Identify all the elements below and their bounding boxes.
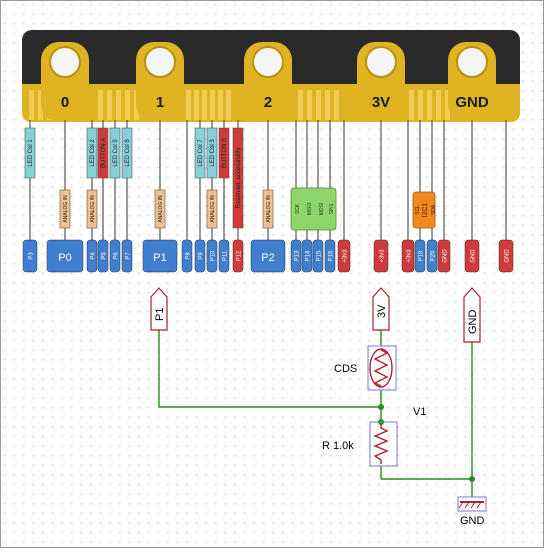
edge-finger — [226, 90, 231, 120]
edge-finger — [427, 90, 432, 120]
pin-tag-text: P7 — [126, 252, 132, 260]
pin-tag-text: P11 — [223, 250, 229, 261]
schematic-canvas: 0 1 2 3V GND LED Col 1 LED Col 2 LED Col 9 LED … — [0, 0, 544, 548]
pin-tag-text: P4 — [91, 252, 97, 260]
pin-tag-text: P6 — [114, 252, 120, 260]
edge-finger — [210, 90, 215, 120]
edge-finger — [218, 90, 223, 120]
junction-dot — [469, 476, 475, 482]
pin-tag-text: P15 — [317, 250, 323, 261]
port-gnd[interactable]: GND — [463, 287, 481, 343]
edge-pad-label: 2 — [264, 94, 272, 111]
port-p1-label: P1 — [154, 308, 166, 321]
edge-finger — [418, 90, 423, 120]
edge-finger — [298, 90, 303, 120]
pin-tag-text: P1 — [153, 252, 166, 264]
port-p1[interactable]: P1 — [150, 287, 168, 331]
pin-tag-text: P14 — [306, 250, 312, 261]
pin-tag-text: +3v3 — [343, 249, 349, 263]
analog-label-text: ANALOG IN — [158, 195, 164, 223]
edge-finger — [409, 90, 414, 120]
spi-label: MISO — [307, 203, 313, 216]
pin-tag-text: P2 — [261, 252, 274, 264]
analog-label-text: ANALOG IN — [90, 195, 96, 223]
mounting-hole — [144, 46, 176, 78]
pin-tag-text: P0 — [58, 252, 71, 264]
edge-finger — [107, 90, 112, 120]
pin-tag-text: +3v3 — [380, 249, 386, 263]
edge-finger — [202, 90, 207, 120]
reserved-label-text: Reserved: accessibility — [236, 147, 242, 208]
led-col-label-text: LED Col 9 — [113, 139, 119, 167]
edge-finger — [29, 90, 34, 120]
led-col-label-text: LED Col 8 — [125, 139, 131, 167]
diagram-svg: 0 1 2 3V GND LED Col 1 LED Col 2 LED Col 9 LED … — [0, 0, 544, 548]
ground-label: GND — [460, 515, 485, 527]
edge-pad-label: 1 — [156, 94, 164, 111]
edge-pad-label: GND — [455, 94, 489, 111]
pin-tag-text: P12 — [237, 250, 243, 261]
pin-tag-text: GND — [471, 249, 477, 263]
pin-tag-text: GND — [505, 249, 511, 263]
edge-finger — [325, 90, 330, 120]
edge-finger — [98, 90, 103, 120]
pin-tag-text: P5 — [102, 252, 108, 260]
edge-finger — [316, 90, 321, 120]
pin-tag-text: P3 — [29, 252, 35, 260]
edge-finger — [116, 90, 121, 120]
edge-finger — [436, 90, 441, 120]
spi-label: MOSI — [319, 203, 325, 216]
button-label-text: BUTTON A — [101, 138, 107, 168]
button-label-text: BUTTON B — [222, 138, 228, 168]
mounting-hole — [252, 46, 284, 78]
edge-finger — [194, 90, 199, 120]
analog-label-text: ANALOG IN — [266, 195, 272, 223]
microbit-edge-connector: 0 1 2 3V GND — [22, 30, 520, 122]
cds-label: CDS — [334, 363, 357, 375]
spi-label: SCK — [295, 203, 301, 214]
pin-tag-text: P9 — [199, 252, 205, 260]
i2c-label: I2C1 — [422, 203, 429, 218]
analog-label-text: ANALOG IN — [63, 195, 69, 223]
analog-label-text: ANALOG IN — [210, 195, 216, 223]
i2c-label: SDA — [431, 204, 437, 215]
junction-dot — [378, 404, 384, 410]
mounting-hole — [365, 46, 397, 78]
pin-tag-text: P20 — [431, 250, 437, 261]
pin-tag-text: P10 — [211, 250, 217, 261]
pin-tag-text: +3v3 — [407, 249, 413, 263]
port-3v[interactable]: 3V — [372, 287, 390, 331]
led-col-label-text: LED Col 3 — [210, 139, 216, 167]
led-col-label-text: LED Col 1 — [28, 139, 34, 167]
led-col-label-text: LED Col 7 — [198, 139, 204, 167]
pin-tag-text: GND — [443, 249, 449, 263]
led-col-label-text: LED Col 2 — [90, 139, 96, 167]
edge-finger — [186, 90, 191, 120]
edge-finger — [307, 90, 312, 120]
pin-tag-text: P16 — [329, 250, 335, 261]
mounting-hole — [49, 46, 81, 78]
i2c-label: SCL — [415, 205, 421, 215]
port-gnd-label: GND — [467, 310, 479, 335]
pin-tag-text: P19 — [419, 250, 425, 261]
node-v1-label: V1 — [413, 406, 426, 418]
pin-tag-text: P8 — [186, 252, 192, 260]
resistor-label: R 1.0k — [322, 440, 354, 452]
port-3v-label: 3V — [376, 304, 388, 318]
edge-pad-label: 3V — [372, 94, 390, 111]
mounting-hole — [456, 46, 488, 78]
edge-pad-label: 0 — [61, 94, 69, 111]
spi-label: SPI1 — [329, 203, 335, 214]
edge-finger — [125, 90, 130, 120]
pin-tag-text: P13 — [295, 250, 301, 261]
edge-finger — [334, 90, 339, 120]
